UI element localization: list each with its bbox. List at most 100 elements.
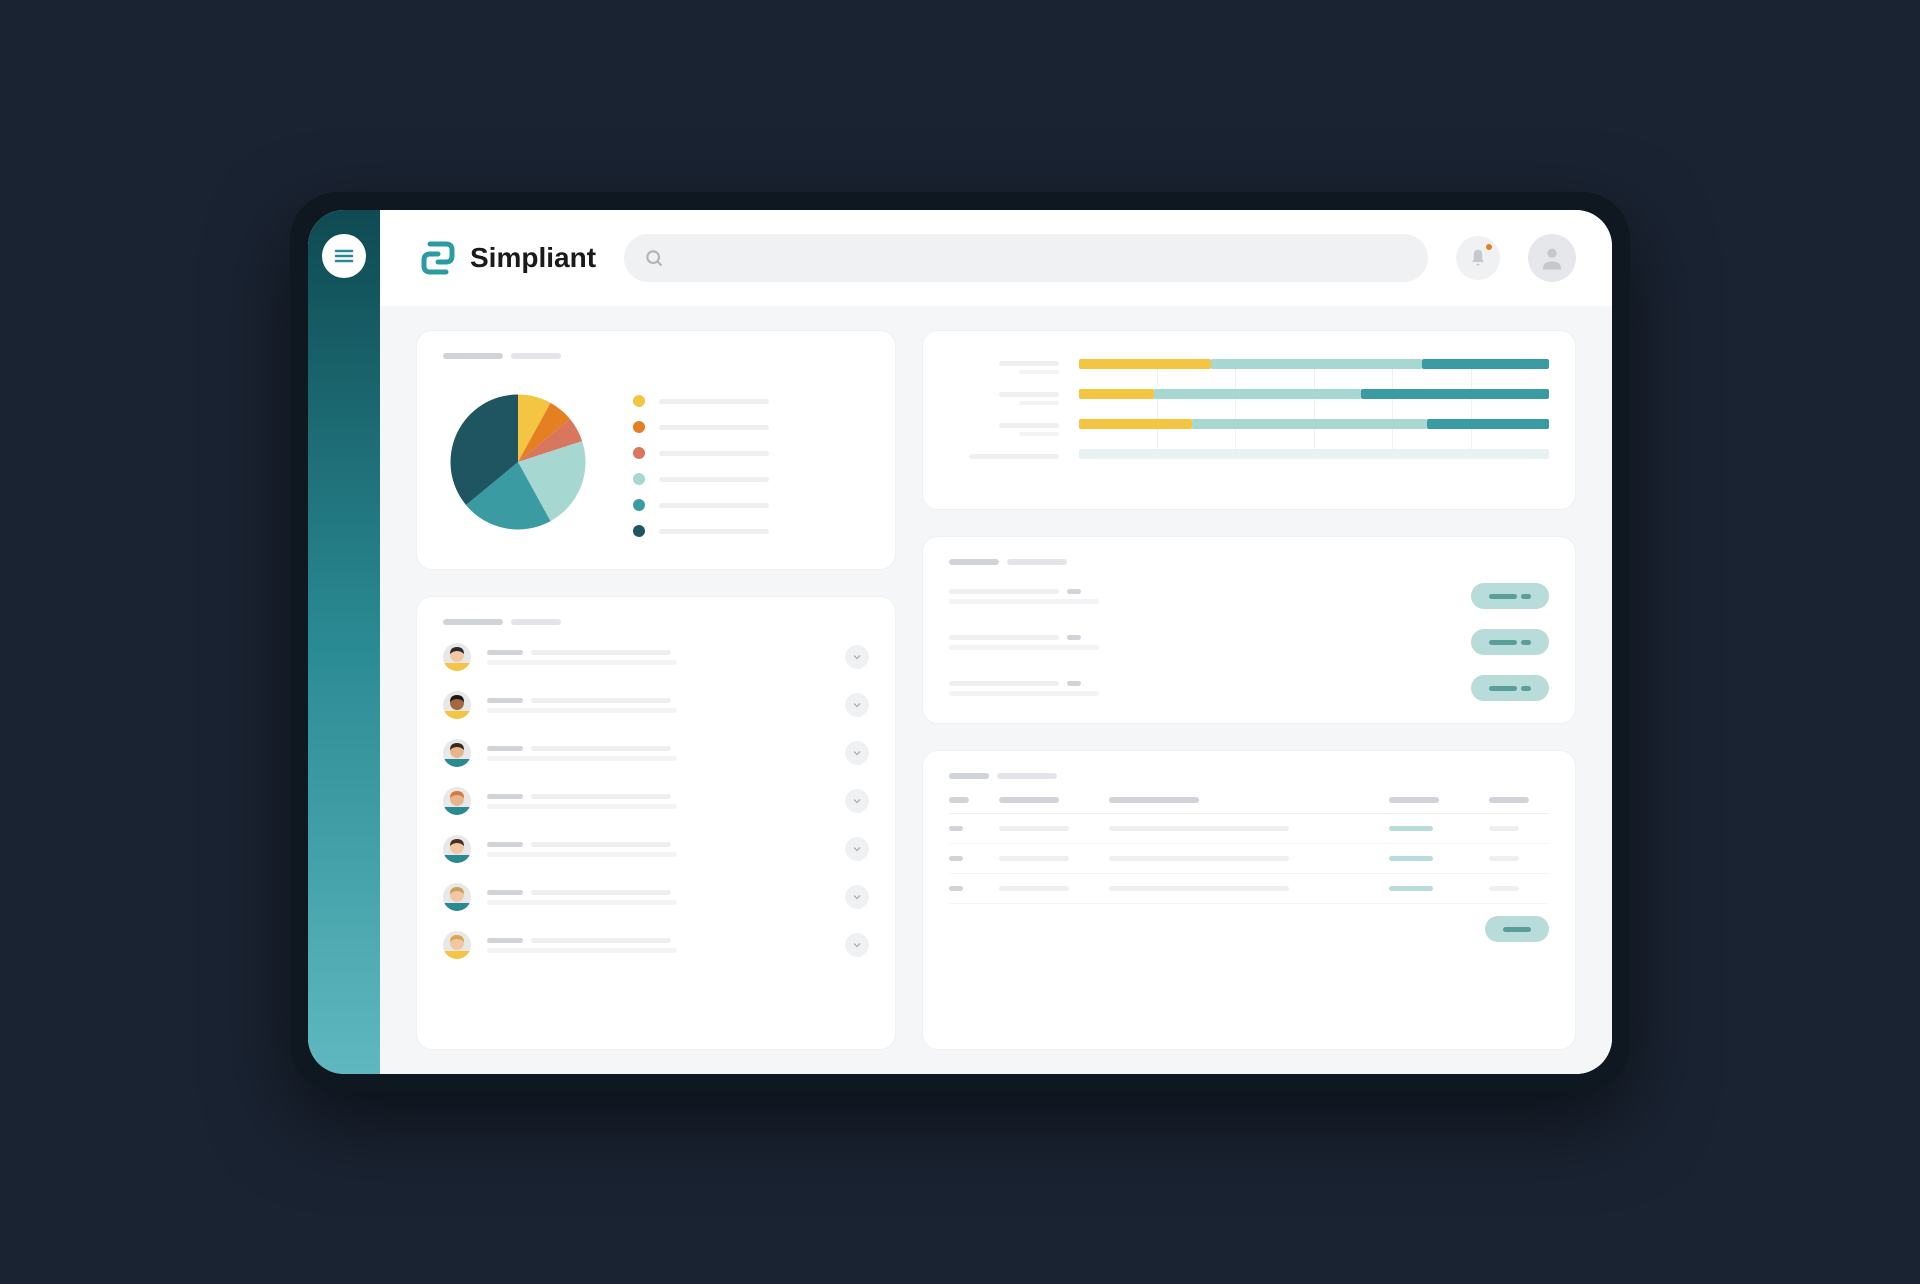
person-avatar [443, 883, 471, 911]
person-info [487, 794, 829, 809]
table-cell [1389, 886, 1433, 891]
expand-button[interactable] [845, 693, 869, 717]
legend-label [659, 451, 769, 456]
person-avatar [443, 931, 471, 959]
gantt-bar [1427, 419, 1549, 429]
gantt-row [1079, 449, 1549, 463]
table-cell [1489, 826, 1519, 831]
table-action-button[interactable] [1485, 916, 1549, 942]
gantt-labels [949, 359, 1059, 463]
data-table [949, 797, 1549, 942]
person-avatar [443, 691, 471, 719]
search-bar[interactable] [624, 234, 1428, 282]
pie-chart-card [416, 330, 896, 570]
action-button[interactable] [1471, 583, 1549, 609]
gantt-bar [1192, 419, 1427, 429]
gantt-bar [1361, 389, 1549, 399]
table-cell [999, 826, 1069, 831]
action-row [949, 583, 1549, 609]
expand-button[interactable] [845, 933, 869, 957]
person-row [443, 787, 869, 815]
hamburger-icon [332, 244, 356, 268]
person-info [487, 698, 829, 713]
person-avatar [443, 739, 471, 767]
legend-dot [633, 447, 645, 459]
table-cell [949, 886, 963, 891]
table-row [949, 874, 1549, 904]
action-row [949, 629, 1549, 655]
header: Simpliant [380, 210, 1612, 306]
dashboard-content [380, 306, 1612, 1074]
gantt-card [922, 330, 1576, 510]
table-cell [999, 886, 1069, 891]
legend-item [633, 395, 869, 407]
menu-button[interactable] [322, 234, 366, 278]
chevron-down-icon [852, 748, 862, 758]
table-header [949, 797, 1549, 814]
device-frame: Simpliant [290, 192, 1630, 1092]
table-cell [1109, 856, 1289, 861]
action-info [949, 635, 1455, 650]
gantt-row-label [949, 361, 1059, 374]
gantt-row-label [949, 423, 1059, 436]
legend-label [659, 477, 769, 482]
legend-label [659, 425, 769, 430]
table-cell [1389, 856, 1433, 861]
gantt-row [1079, 389, 1549, 403]
expand-button[interactable] [845, 645, 869, 669]
expand-button[interactable] [845, 837, 869, 861]
table-card [922, 750, 1576, 1050]
table-body [949, 814, 1549, 904]
gantt-bar [1079, 389, 1154, 399]
table-row [949, 814, 1549, 844]
chevron-down-icon [852, 892, 862, 902]
legend-dot [633, 473, 645, 485]
chevron-down-icon [852, 700, 862, 710]
pie-legend [633, 387, 869, 537]
action-button[interactable] [1471, 675, 1549, 701]
gantt-bar [1211, 359, 1423, 369]
person-info [487, 938, 829, 953]
legend-dot [633, 395, 645, 407]
action-info [949, 589, 1455, 604]
legend-item [633, 473, 869, 485]
table-cell [1389, 826, 1433, 831]
action-list [949, 583, 1549, 701]
gantt-bar [1079, 359, 1211, 369]
table-header-cell [999, 797, 1059, 803]
sidebar [308, 210, 380, 1074]
chevron-down-icon [852, 844, 862, 854]
notification-dot [1484, 242, 1494, 252]
person-row [443, 883, 869, 911]
legend-item [633, 447, 869, 459]
legend-item [633, 499, 869, 511]
expand-button[interactable] [845, 741, 869, 765]
search-input[interactable] [676, 250, 1408, 267]
logo-text: Simpliant [470, 242, 596, 274]
expand-button[interactable] [845, 789, 869, 813]
table-cell [949, 826, 963, 831]
table-cell [1489, 856, 1519, 861]
person-avatar [443, 787, 471, 815]
card-title [443, 353, 869, 359]
person-row [443, 643, 869, 671]
user-avatar[interactable] [1528, 234, 1576, 282]
person-info [487, 650, 829, 665]
gantt-bar [1154, 389, 1361, 399]
expand-button[interactable] [845, 885, 869, 909]
card-title [949, 773, 1549, 779]
people-list [443, 643, 869, 959]
legend-item [633, 421, 869, 433]
person-row [443, 691, 869, 719]
table-header-cell [1489, 797, 1529, 803]
person-icon [1538, 244, 1566, 272]
legend-label [659, 399, 769, 404]
notifications-button[interactable] [1456, 236, 1500, 280]
table-header-cell [949, 797, 969, 803]
action-info [949, 681, 1455, 696]
people-card [416, 596, 896, 1050]
action-button[interactable] [1471, 629, 1549, 655]
table-header-cell [1109, 797, 1199, 803]
person-row [443, 835, 869, 863]
person-info [487, 842, 829, 857]
